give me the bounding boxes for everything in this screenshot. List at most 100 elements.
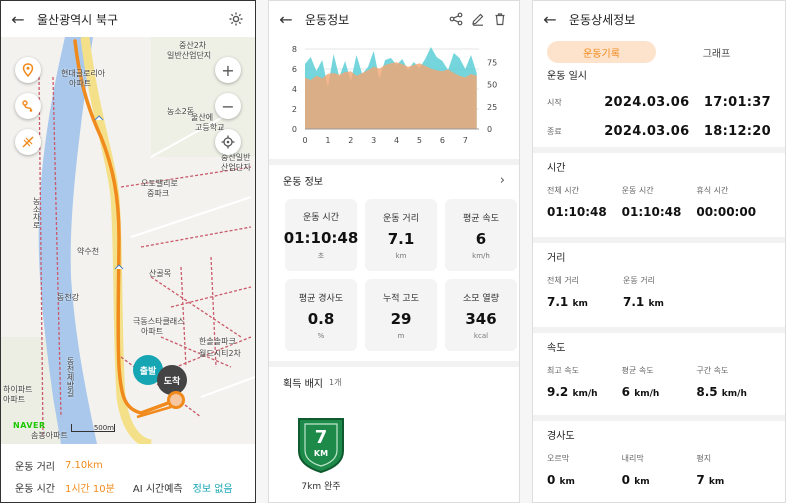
chart-x-tick: 3 (371, 136, 376, 145)
map-label-apt2-b: 아파트 (141, 327, 164, 336)
info-section-header[interactable]: 운동 정보 › (269, 165, 519, 195)
end-row: 종료 2024.03.06 18:12:20 (547, 117, 771, 145)
chart-left-tick: 0 (292, 125, 297, 134)
map-header: ← 울산광역시 북구 (1, 1, 255, 37)
speed-title: 속도 (547, 343, 566, 354)
distance-grid: 전체 거리 7.1 km 운동 거리 7.1 km (547, 269, 771, 309)
naver-logo: NAVER (13, 421, 46, 430)
time-item-value: 00:00:00 (696, 205, 757, 219)
end-marker-icon (167, 391, 185, 409)
slope-item: 평지 7 km (696, 453, 771, 487)
time-item: 전체 시간 01:10:48 (547, 185, 622, 219)
chart-x-tick: 7 (463, 136, 468, 145)
slope-grid: 오르막 0 km 내리막 0 km 평지 7 km (547, 447, 771, 487)
exercise-info-screen: ← 운동정보 0 2 4 6 8 0 25 50 75 0 1 2 3 4 5 6 7 운동 정보 › 운동 시… (268, 0, 520, 503)
distance-title: 거리 (547, 253, 566, 264)
map-route-icon[interactable] (15, 93, 41, 119)
stat-card-unit: 초 (317, 251, 325, 260)
map-label-apt-b: 아파트 (69, 79, 92, 88)
badge-item[interactable]: 7 KM 7km 완주 (289, 415, 353, 492)
zoom-in-button[interactable]: + (215, 57, 241, 83)
slope-title: 경사도 (547, 431, 575, 442)
badge-label: 7km 완주 (301, 482, 341, 492)
slope-item-value: 7 (696, 473, 705, 487)
map-label-district-b: 일반산업단지 (167, 51, 212, 60)
speed-item: 구간 속도 8.5 km/h (696, 365, 771, 399)
datetime-title: 운동 일시 (547, 71, 587, 82)
chart-x-tick: 2 (348, 136, 353, 145)
stat-card-title: 소모 열량 (463, 293, 499, 304)
back-arrow-icon[interactable]: ← (541, 10, 559, 29)
stat-card: 평균 속도 6 km/h (445, 199, 517, 271)
speed-item: 평균 속도 6 km/h (622, 365, 697, 399)
distance-item: 전체 거리 7.1 km (547, 275, 623, 309)
stat-card-unit: km (395, 251, 407, 260)
distance-item-unit: km (648, 299, 664, 309)
time-value: 1시간 10분 (64, 483, 115, 495)
stat-card-unit: kcal (473, 331, 489, 340)
map-track-off-icon[interactable] (15, 129, 41, 155)
chart-x-tick: 1 (325, 136, 330, 145)
settings-gear-icon[interactable] (225, 8, 247, 30)
start-value: 2024.03.06 17:01:37 (604, 94, 771, 110)
end-pin[interactable]: 도착 (157, 365, 187, 395)
map-label-bot-b: 아파트 (3, 395, 26, 404)
map-label-school-b: 울산에 (191, 113, 214, 122)
slope-item: 내리막 0 km (622, 453, 697, 487)
tab-graph[interactable]: 그래프 (662, 41, 771, 63)
chart-x-tick: 6 (440, 136, 445, 145)
zoom-out-button[interactable]: − (215, 93, 241, 119)
map-label-apt2-a: 극동스타클래스 (133, 317, 185, 326)
distance-item: 운동 거리 7.1 km (623, 275, 699, 309)
tab-record[interactable]: 운동기록 (547, 41, 656, 63)
speed-item-value: 9.2 (547, 385, 569, 399)
time-item: 운동 시간 01:10:48 (622, 185, 697, 219)
end-label: 종료 (547, 126, 562, 136)
map-summary: 운동 거리 7.10km 운동 시간 1시간 10분 AI 시간예측 정보 없음 (1, 444, 255, 502)
map-label-mall-a: 오토밸리로 (141, 179, 178, 188)
stat-card-value: 0.8 (307, 309, 335, 328)
share-icon[interactable] (445, 8, 467, 30)
stat-card-value: 346 (465, 309, 497, 328)
chart-svg: 0 2 4 6 8 0 25 50 75 0 1 2 3 4 5 6 7 (292, 45, 497, 145)
map-location-pin-icon[interactable] (15, 57, 41, 83)
chart-left-tick: 8 (292, 45, 297, 54)
stat-card: 평균 경사도 0.8 % (285, 279, 357, 351)
time-label: 운동 시간 (15, 483, 55, 495)
slope-item-label: 오르막 (547, 454, 570, 463)
stat-card-value: 29 (390, 309, 412, 328)
back-arrow-icon[interactable]: ← (277, 10, 295, 29)
chart-left-tick: 4 (292, 85, 297, 94)
time-item: 휴식 시간 00:00:00 (696, 185, 771, 219)
chevron-right-icon[interactable]: › (500, 173, 505, 188)
end-value: 2024.03.06 18:12:20 (604, 123, 771, 139)
back-arrow-icon[interactable]: ← (9, 10, 27, 29)
exercise-chart: 0 2 4 6 8 0 25 50 75 0 1 2 3 4 5 6 7 (269, 37, 519, 159)
distance-item-label: 전체 거리 (547, 276, 579, 285)
badge-7km-icon: 7 KM (295, 415, 347, 474)
map-label-city-a: 한솔솔파크 (199, 337, 236, 346)
stat-card-title: 평균 속도 (463, 213, 499, 224)
speed-item-label: 평균 속도 (621, 366, 654, 375)
info-title: 운동정보 (305, 12, 350, 27)
route-map[interactable]: 현대글로리아 아파트 중산2차 일반산업단지 농소2동 울산에 고등학교 중산일… (1, 37, 255, 444)
map-label-district: 중산2차 (179, 41, 207, 50)
badge-number: 7 (314, 427, 328, 448)
speed-item-label: 최고 속도 (547, 366, 579, 375)
map-label-dongcheon: 동천강 (57, 293, 80, 302)
map-label-bot-c: 솜봉아파트 (31, 431, 68, 440)
chart-right-tick: 0 (487, 125, 492, 134)
map-label-mall-b: 중파크 (147, 189, 170, 198)
info-section-title: 운동 정보 (283, 176, 323, 188)
slope-item-unit: km (708, 477, 725, 487)
speed-item: 최고 속도 9.2 km/h (547, 365, 622, 399)
edit-pencil-icon[interactable] (467, 8, 489, 30)
distance-label: 운동 거리 (15, 461, 55, 473)
current-location-icon[interactable] (215, 129, 241, 155)
stat-card: 소모 열량 346 kcal (445, 279, 517, 351)
chart-right-tick: 75 (487, 58, 497, 67)
stat-card-unit: % (317, 331, 325, 340)
stat-card-title: 누적 고도 (383, 293, 419, 304)
delete-trash-icon[interactable] (489, 8, 511, 30)
start-row: 시작 2024.03.06 17:01:37 (547, 87, 771, 117)
